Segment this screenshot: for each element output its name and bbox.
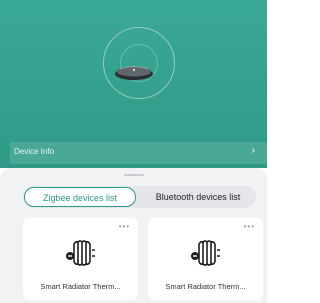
radiator-thermostat-icon xyxy=(66,240,95,266)
device-name: Smart Radiator Therm... xyxy=(165,282,246,291)
drag-handle[interactable] xyxy=(124,174,144,176)
device-card[interactable]: ••• Smart Radiator Therm... xyxy=(23,218,138,300)
radiator-thermostat-icon xyxy=(191,240,220,266)
device-list-tabs: Zigbee devices list Bluetooth devices li… xyxy=(23,186,256,208)
chevron-right-icon: › xyxy=(251,145,255,156)
device-hero: Device Info › xyxy=(0,0,267,168)
more-dots-icon[interactable]: ••• xyxy=(244,222,255,231)
more-dots-icon[interactable]: ••• xyxy=(119,222,130,231)
device-name: Smart Radiator Therm... xyxy=(40,282,121,291)
device-info-row[interactable]: Device Info › xyxy=(10,142,267,164)
tab-zigbee-devices[interactable]: Zigbee devices list xyxy=(24,187,136,207)
zigbee-gateway-hub-icon xyxy=(115,66,153,80)
device-card[interactable]: ••• Smart Radiator Therm... xyxy=(148,218,263,300)
device-info-label: Device Info xyxy=(14,147,55,156)
tab-bluetooth-devices[interactable]: Bluetooth devices list xyxy=(141,187,255,207)
device-list-sheet: Zigbee devices list Bluetooth devices li… xyxy=(0,168,267,303)
